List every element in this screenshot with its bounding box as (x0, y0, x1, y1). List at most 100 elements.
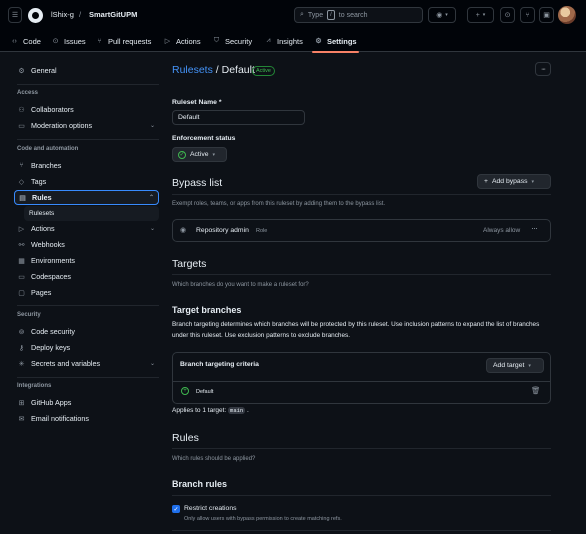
ruleset-name-input[interactable] (172, 110, 305, 125)
pull-requests-button[interactable]: ⑂ (520, 7, 535, 23)
include-icon: + (181, 387, 189, 395)
tab-settings[interactable]: ⚙ Settings (312, 30, 359, 53)
sidebar-item-deploy-keys[interactable]: ⚷ Deploy keys (14, 340, 159, 355)
pull-request-icon: ⑂ (97, 37, 102, 45)
applies-to-text: Applies to 1 target: main . (172, 407, 249, 414)
search-placeholder-suffix: to search (338, 11, 368, 19)
branch-targeting-box: Branch targeting criteria Add target ▾ +… (172, 352, 551, 404)
sidebar-item-secrets[interactable]: ✳ Secrets and variables ⌄ (14, 356, 159, 371)
branch-rules-heading: Branch rules (172, 479, 228, 489)
browser-icon: ▢ (18, 289, 25, 297)
sidebar-item-branches[interactable]: ⑂ Branches (14, 158, 159, 173)
sidebar-item-moderation[interactable]: ▭ Moderation options ⌄ (14, 118, 159, 133)
issues-button[interactable]: ⊙ (500, 7, 515, 23)
sidebar-item-label: Rulesets (29, 210, 55, 217)
add-target-button[interactable]: Add target ▾ (486, 358, 544, 373)
breadcrumb-separator: / (215, 64, 219, 76)
add-target-label: Add target (493, 362, 525, 369)
server-icon: ▦ (18, 257, 25, 265)
check-circle-icon: ✓ (178, 150, 186, 159)
sidebar-item-rulesets[interactable]: Rulesets (24, 206, 159, 221)
bypass-row-menu-icon[interactable]: ··· (531, 223, 538, 233)
targets-description: Which branches do you want to make a rul… (172, 282, 309, 288)
bypass-mode-select[interactable]: Always allow (483, 227, 520, 234)
tab-insights[interactable]: ⩘ Insights (264, 30, 303, 52)
breadcrumb-separator: / (79, 10, 82, 19)
sidebar-item-label: Actions (31, 224, 55, 233)
trash-icon[interactable]: 🗑 (531, 386, 541, 395)
sidebar-item-collaborators[interactable]: ⚇ Collaborators (14, 102, 159, 117)
add-bypass-button[interactable]: + Add bypass ▾ (477, 174, 551, 189)
sidebar-item-label: Rules (32, 193, 52, 202)
enforcement-status-dropdown[interactable]: ✓ Active ▾ (172, 147, 227, 162)
repo-nav-tabs: ‹› Code ⊙ Issues ⑂ Pull requests ▷ Actio… (0, 30, 586, 53)
section-divider (172, 530, 551, 531)
owner-link[interactable]: lShix-g (51, 10, 74, 19)
branch-icon: ⑂ (19, 162, 24, 169)
sidebar-item-environments[interactable]: ▦ Environments (14, 253, 159, 268)
menu-button[interactable]: ☰ (8, 7, 22, 23)
restrict-creations-label[interactable]: Restrict creations (184, 505, 237, 512)
sidebar-divider (17, 84, 159, 85)
section-divider (172, 495, 551, 496)
chevron-down-icon: ▾ (531, 178, 535, 185)
target-branches-description: Branch targeting determines which branch… (172, 321, 540, 339)
plus-icon: + (475, 11, 480, 19)
sidebar-item-webhooks[interactable]: ⚯ Webhooks (14, 237, 159, 252)
gear-icon: ⚙ (18, 67, 25, 75)
restrict-creations-checkbox[interactable]: ✓ (172, 505, 180, 513)
sidebar-item-label: Deploy keys (31, 343, 71, 352)
inbox-button[interactable]: ▣ (539, 7, 554, 23)
tab-code[interactable]: ‹› Code (10, 30, 41, 52)
sidebar-divider (17, 377, 159, 378)
branch-targeting-criteria-title: Branch targeting criteria (180, 361, 259, 368)
code-icon: ‹› (12, 37, 17, 45)
more-options-button[interactable]: ··· (535, 62, 551, 76)
ruleset-title: Default (221, 64, 255, 76)
sidebar-item-label: Collaborators (31, 105, 74, 114)
section-divider (172, 274, 551, 275)
section-divider (172, 194, 551, 195)
sidebar-item-actions[interactable]: ▷ Actions ⌄ (14, 221, 159, 236)
chevron-down-icon: ⌄ (149, 361, 155, 367)
sidebar-item-pages[interactable]: ▢ Pages (14, 285, 159, 300)
tab-security[interactable]: ⛉ Security (212, 30, 252, 52)
sidebar-item-codespaces[interactable]: ▭ Codespaces (14, 269, 159, 284)
sidebar-item-github-apps[interactable]: ⊞ GitHub Apps (14, 395, 159, 410)
app-header: ☰ lShix-g / SmartGitUPM ⌕ Type / to sear… (0, 0, 586, 53)
plus-icon: + (484, 178, 488, 185)
pull-request-icon: ⑂ (525, 11, 530, 19)
eye-icon: ◉ (180, 227, 187, 234)
sidebar-item-code-security[interactable]: ⊚ Code security (14, 324, 159, 339)
search-input[interactable]: ⌕ Type / to search (294, 7, 423, 23)
section-divider (172, 448, 551, 449)
repo-link[interactable]: SmartGitUPM (89, 10, 137, 19)
people-icon: ⚇ (18, 106, 25, 114)
applies-target: main (228, 407, 246, 414)
sidebar-item-label: Secrets and variables (31, 359, 101, 368)
bypass-description: Exempt roles, teams, or apps from this r… (172, 201, 386, 207)
bypass-list-heading: Bypass list (172, 177, 223, 189)
create-new-button[interactable]: + ▾ (467, 7, 494, 23)
restrict-creations-description: Only allow users with bypass permission … (184, 516, 342, 522)
sidebar-item-label: Codespaces (31, 272, 71, 281)
asterisk-icon: ✳ (18, 360, 25, 368)
sidebar-item-email-notifications[interactable]: ✉ Email notifications (14, 411, 159, 426)
rulesets-breadcrumb-link[interactable]: Rulesets (172, 64, 213, 76)
sidebar-item-label: Tags (31, 177, 47, 186)
copilot-button[interactable]: ◉ ▾ (428, 7, 456, 23)
github-logo-icon[interactable] (28, 8, 43, 23)
sidebar-item-general[interactable]: ⚙ General (14, 63, 159, 78)
inbox-icon: ▣ (543, 12, 550, 19)
tab-actions[interactable]: ▷ Actions (163, 30, 201, 52)
webhook-icon: ⚯ (18, 241, 25, 249)
tab-issues[interactable]: ⊙ Issues (51, 30, 86, 52)
tab-pull-requests[interactable]: ⑂ Pull requests (95, 30, 151, 52)
sidebar-heading-security: Security (17, 312, 41, 318)
sidebar-heading-integrations: Integrations (17, 383, 52, 389)
avatar[interactable] (558, 6, 576, 24)
sidebar-item-rules[interactable]: ▤ Rules ⌃ (14, 190, 159, 205)
sidebar-item-tags[interactable]: ◇ Tags (14, 174, 159, 189)
sidebar-divider (17, 305, 159, 306)
sidebar-item-label: Code security (31, 327, 75, 336)
